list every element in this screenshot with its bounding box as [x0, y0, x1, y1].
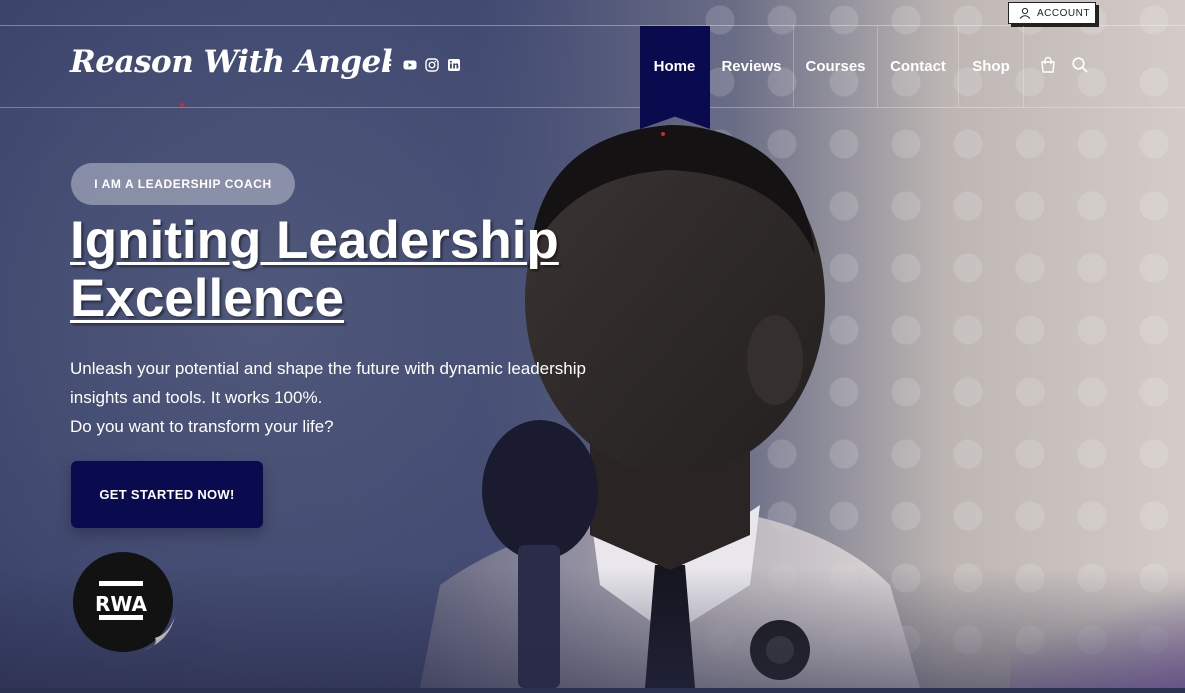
account-button[interactable]: ACCOUNT [1008, 2, 1096, 24]
rwa-seal-badge[interactable]: RWA [71, 550, 179, 658]
headline-line-2: Excellence [70, 269, 345, 328]
get-started-button[interactable]: GET STARTED NOW! [71, 461, 263, 528]
cart-icon[interactable] [1039, 56, 1057, 78]
nav-utility-icons [1024, 26, 1104, 107]
instagram-icon[interactable] [425, 58, 439, 72]
desc-line-1: Unleash your potential and shape the fut… [70, 359, 586, 378]
nav-home[interactable]: Home [640, 26, 710, 136]
nav-contact[interactable]: Contact [878, 26, 959, 107]
hero-purple-glow [1010, 578, 1185, 688]
nav-active-dot [661, 132, 665, 136]
social-links [381, 58, 461, 72]
desc-line-2: insights and tools. It works 100%. [70, 388, 323, 407]
search-icon[interactable] [1071, 56, 1089, 78]
headline-line-1: Igniting Leadership [70, 211, 559, 270]
user-icon [1019, 7, 1031, 19]
main-nav: Home Reviews Courses Contact Shop [640, 26, 1104, 136]
linkedin-icon[interactable] [447, 58, 461, 72]
hero-badge: I AM A LEADERSHIP COACH [71, 163, 295, 205]
header-divider [0, 107, 1185, 108]
desc-line-3: Do you want to transform your life? [70, 417, 334, 436]
hero-headline[interactable]: Igniting Leadership Excellence [70, 212, 690, 328]
youtube-icon[interactable] [403, 58, 417, 72]
hero-description: Unleash your potential and shape the fut… [70, 354, 630, 441]
nav-shop[interactable]: Shop [959, 26, 1024, 107]
logo-accent-dot [180, 103, 184, 107]
nav-home-label: Home [653, 58, 696, 75]
site-logo[interactable]: Reason With Angel [70, 44, 393, 80]
facebook-icon[interactable] [381, 58, 395, 72]
nav-courses[interactable]: Courses [794, 26, 878, 107]
seal-text: RWA [95, 592, 148, 616]
nav-reviews[interactable]: Reviews [710, 26, 794, 107]
account-label: ACCOUNT [1037, 7, 1090, 19]
nav-active-ribbon [640, 26, 710, 129]
